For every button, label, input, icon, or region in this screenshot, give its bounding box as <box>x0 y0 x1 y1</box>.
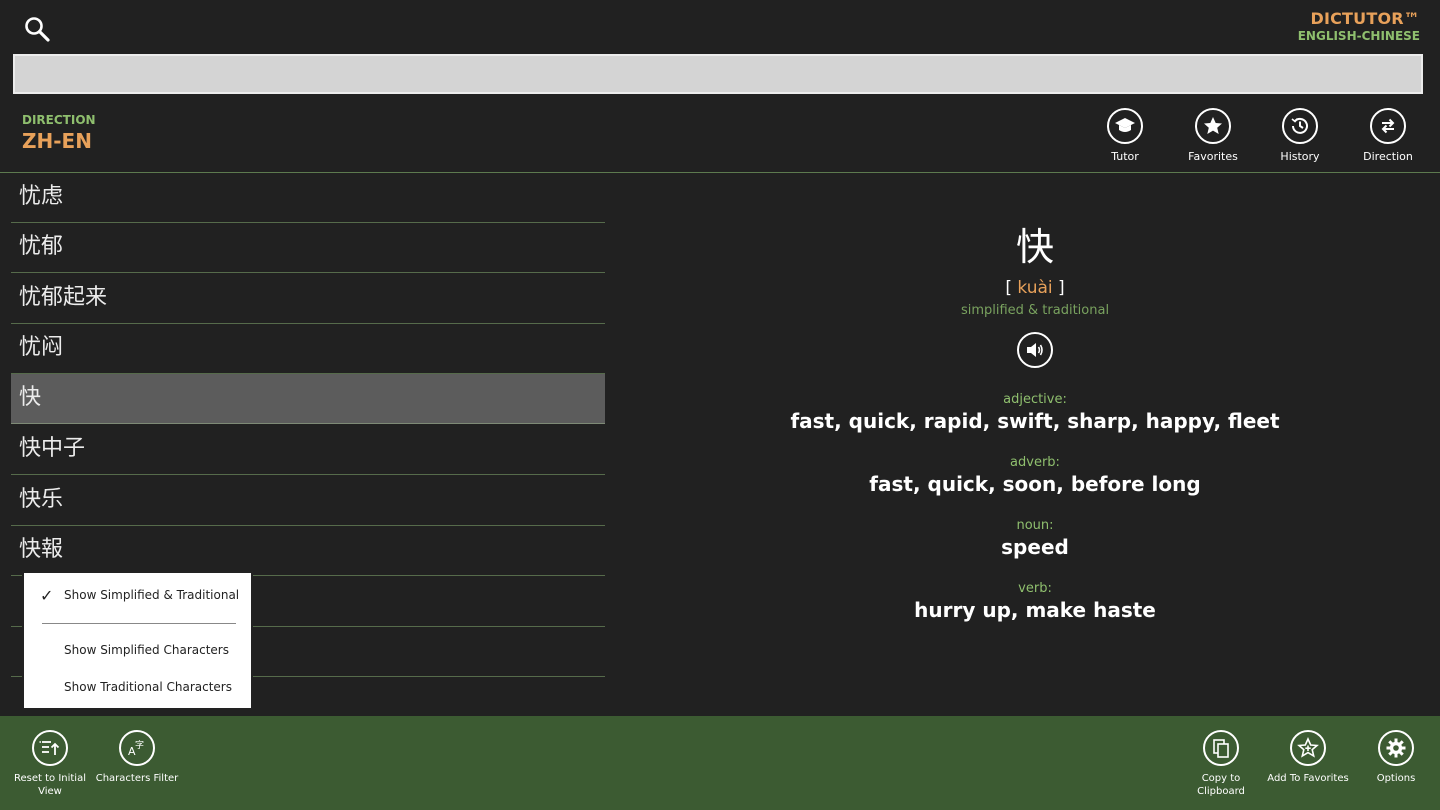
options-label: Options <box>1376 773 1416 784</box>
reset-list-icon <box>32 730 68 766</box>
characters-filter-label: Characters Filter <box>95 773 179 784</box>
tutor-button[interactable]: Tutor <box>1085 108 1165 163</box>
history-label: History <box>1280 150 1320 163</box>
history-button[interactable]: History <box>1260 108 1340 163</box>
search-input[interactable] <box>13 54 1423 94</box>
sense-meaning: speed <box>1001 535 1069 559</box>
app-name: DICTUTOR™ <box>1310 9 1420 28</box>
direction-button[interactable]: Direction <box>1348 108 1428 163</box>
entry-detail: 快 [ kuài ] simplified & traditional adje… <box>635 220 1435 622</box>
speaker-icon[interactable] <box>1017 332 1053 368</box>
checkmark-icon: ✓ <box>40 586 54 605</box>
characters-filter-button[interactable]: A 字 Characters Filter <box>94 730 180 785</box>
swap-arrows-icon <box>1370 108 1406 144</box>
svg-text:字: 字 <box>135 739 144 751</box>
gear-icon <box>1378 730 1414 766</box>
menu-option-simplified-traditional[interactable]: Show Simplified & Traditional <box>64 588 239 602</box>
options-button[interactable]: Options <box>1353 730 1439 785</box>
sense-pos: verb: <box>1018 581 1052 596</box>
sense-pos: noun: <box>1016 518 1054 533</box>
pinyin-bracket-open: [ <box>1005 278 1012 298</box>
graduation-cap-icon <box>1107 108 1143 144</box>
favorites-button[interactable]: Favorites <box>1173 108 1253 163</box>
sense-pos: adjective: <box>1003 392 1067 407</box>
copy-to-clipboard-button[interactable]: Copy to Clipboard <box>1178 730 1264 798</box>
list-item[interactable]: 快報 <box>11 526 605 576</box>
sense-meaning: hurry up, make haste <box>914 598 1156 622</box>
direction-button-label: Direction <box>1363 150 1413 163</box>
menu-separator <box>42 623 236 624</box>
characters-filter-menu: ✓ Show Simplified & Traditional Show Sim… <box>22 571 253 710</box>
add-favorites-label: Add To Favorites <box>1267 773 1349 784</box>
search-icon[interactable] <box>22 14 56 44</box>
reset-view-button[interactable]: Reset to Initial View <box>7 730 93 798</box>
list-item[interactable]: 快中子 <box>11 425 605 475</box>
direction-value: ZH-EN <box>22 129 92 153</box>
reset-view-label: Reset to Initial View <box>13 773 86 797</box>
script-note: simplified & traditional <box>960 303 1110 318</box>
app-subtitle: ENGLISH-CHINESE <box>1297 29 1420 43</box>
list-item-selected[interactable]: 快 <box>11 374 605 424</box>
tutor-label: Tutor <box>1111 150 1139 163</box>
menu-option-simplified[interactable]: Show Simplified Characters <box>64 643 229 657</box>
app-brand: DICTUTOR™ ENGLISH-CHINESE <box>1298 9 1420 43</box>
characters-filter-icon: A 字 <box>119 730 155 766</box>
sense-pos: adverb: <box>1010 455 1060 470</box>
add-to-favorites-button[interactable]: Add To Favorites <box>1265 730 1351 785</box>
add-favorite-icon <box>1290 730 1326 766</box>
list-item[interactable]: 忧闷 <box>11 324 605 374</box>
pinyin-bracket-close: ] <box>1058 278 1065 298</box>
menu-option-traditional[interactable]: Show Traditional Characters <box>64 680 232 694</box>
pinyin-line: [ kuài ] <box>635 278 1435 298</box>
headword: 快 <box>1015 225 1054 269</box>
sense-meaning: fast, quick, soon, before long <box>869 472 1201 496</box>
star-icon <box>1195 108 1231 144</box>
direction-label: DIRECTION <box>22 113 96 127</box>
app-bar: Reset to Initial View A 字 Characters Fil… <box>0 716 1440 810</box>
list-item[interactable]: 忧郁起来 <box>11 274 605 324</box>
copy-label: Copy to Clipboard <box>1197 773 1245 797</box>
pinyin: kuài <box>1017 278 1053 298</box>
favorites-label: Favorites <box>1188 150 1238 163</box>
list-item[interactable]: 忧虑 <box>11 173 605 223</box>
sense-meaning: fast, quick, rapid, swift, sharp, happy,… <box>790 409 1280 433</box>
copy-icon <box>1203 730 1239 766</box>
list-item[interactable]: 快乐 <box>11 476 605 526</box>
list-item[interactable]: 忧郁 <box>11 223 605 273</box>
clock-history-icon <box>1282 108 1318 144</box>
